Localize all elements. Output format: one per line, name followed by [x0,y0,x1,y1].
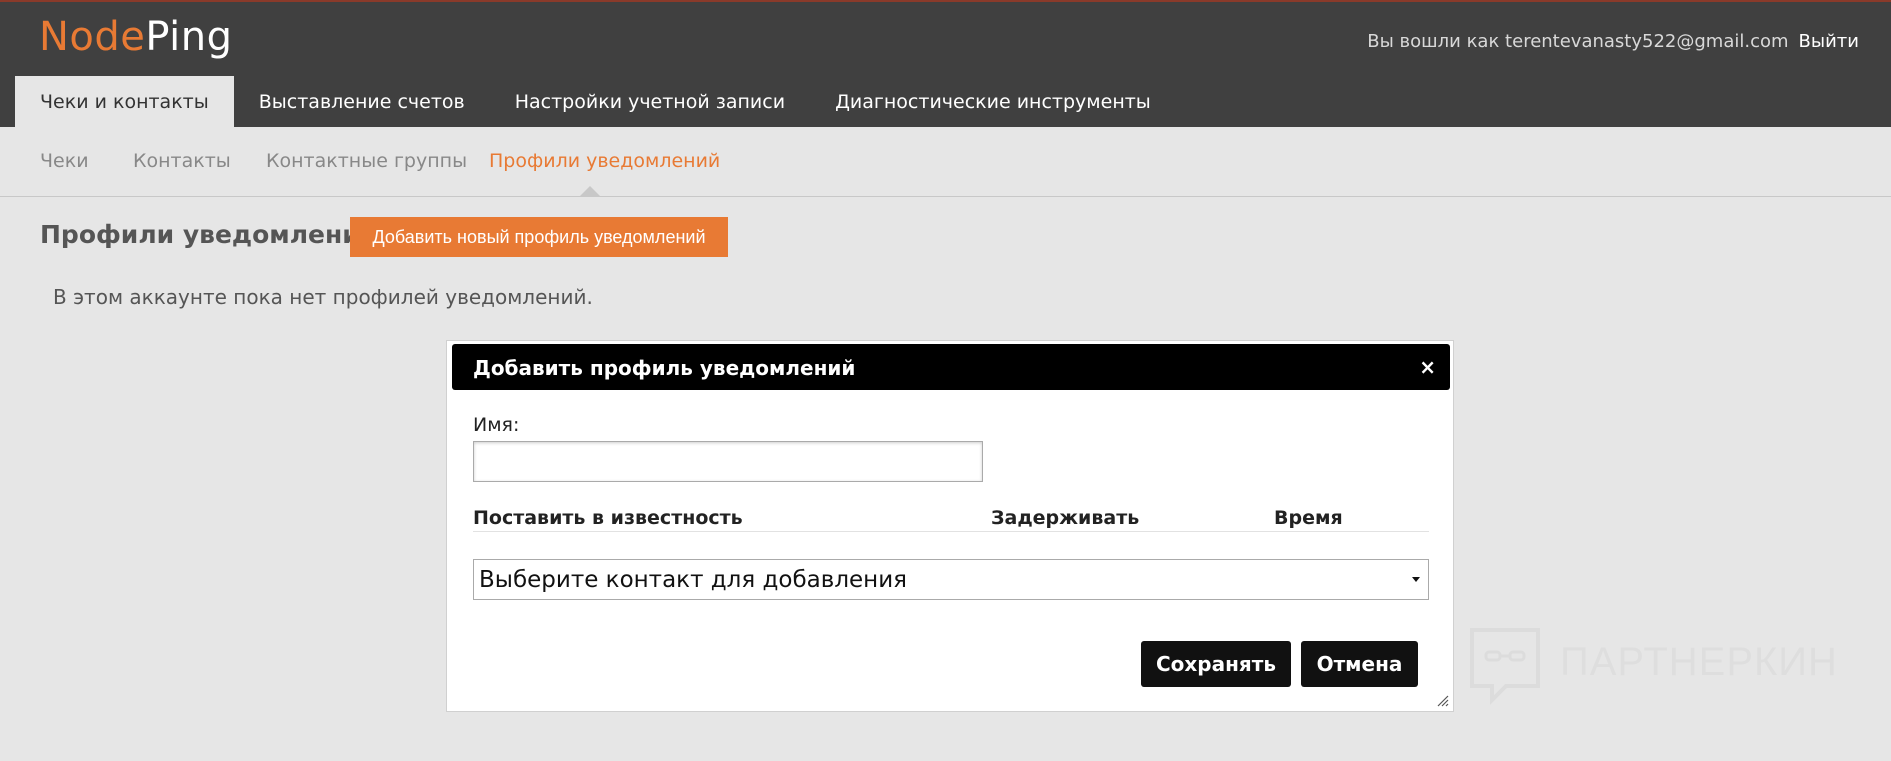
save-button[interactable]: Сохранять [1141,641,1291,687]
dialog-title: Добавить профиль уведомлений [473,356,856,380]
column-notify: Поставить в известность [473,507,743,529]
active-subtab-caret [579,186,601,197]
top-header: NodePing Вы вошли как terentevanasty522@… [0,0,1891,129]
contact-select-value: Выберите контакт для добавления [479,567,908,593]
subtab-notification-profiles[interactable]: Профили уведомлений [489,150,720,172]
cancel-button[interactable]: Отмена [1301,641,1418,687]
resize-handle-icon[interactable] [1437,695,1449,707]
column-delay: Задерживать [991,507,1140,529]
nodeping-logo[interactable]: NodePing [39,14,233,60]
contact-select[interactable]: Выберите контакт для добавления [473,559,1429,600]
tab-checks-contacts[interactable]: Чеки и контакты [15,76,234,129]
watermark-chat-icon [1470,628,1540,705]
column-time: Время [1274,507,1343,529]
dialog-header: Добавить профиль уведомлений × [452,344,1450,390]
close-icon[interactable]: × [1419,355,1436,379]
add-profile-button[interactable]: Добавить новый профиль уведомлений [350,217,728,257]
subtab-contact-groups[interactable]: Контактные группы [266,150,467,172]
empty-message: В этом аккаунте пока нет профилей уведом… [53,285,593,309]
page-title: Профили уведомлений [40,220,378,249]
main-tabs: Чеки и контакты Выставление счетов Настр… [15,76,1176,129]
logo-node: Node [39,14,146,60]
watermark: ПАРТНЕРКИН [1466,626,1846,706]
watermark-text: ПАРТНЕРКИН [1560,640,1838,684]
tab-billing[interactable]: Выставление счетов [234,76,490,129]
user-info: Вы вошли как terentevanasty522@gmail.com… [1367,31,1859,52]
tab-diagnostic-tools[interactable]: Диагностические инструменты [810,76,1176,129]
tab-account-settings[interactable]: Настройки учетной записи [490,76,810,129]
dropdown-arrow-icon [1412,577,1420,582]
logout-link[interactable]: Выйти [1799,31,1859,52]
name-input[interactable] [473,441,983,482]
name-label: Имя: [473,414,520,436]
subtab-contacts[interactable]: Контакты [133,150,231,172]
logged-in-text: Вы вошли как terentevanasty522@gmail.com [1367,31,1789,52]
add-profile-dialog: Добавить профиль уведомлений × Имя: Пост… [446,340,1454,712]
sub-nav: Чеки Контакты Контактные группы Профили … [0,127,1891,197]
subtab-checks[interactable]: Чеки [40,150,89,172]
logo-ping: Ping [145,14,233,60]
column-divider [473,531,1429,532]
